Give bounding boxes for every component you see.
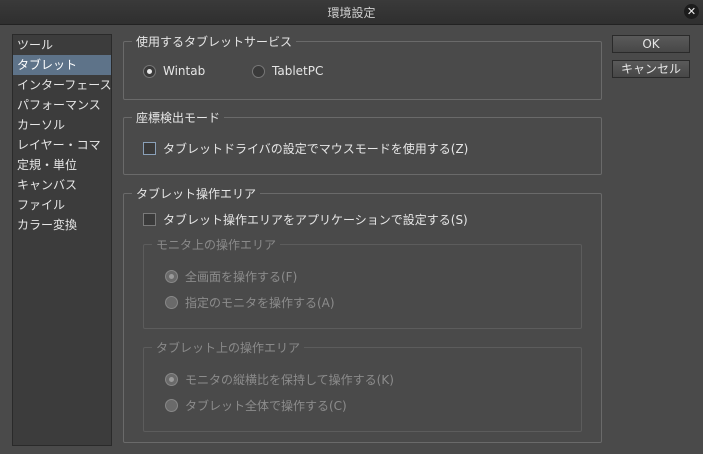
mouse-mode-checkbox[interactable]: タブレットドライバの設定でマウスモードを使用する(Z) bbox=[143, 140, 468, 157]
sidebar-item-file[interactable]: ファイル bbox=[13, 195, 111, 215]
ok-button[interactable]: OK bbox=[612, 35, 690, 53]
window-title: 環境設定 bbox=[327, 6, 376, 20]
title-bar: 環境設定 ✕ bbox=[0, 0, 703, 25]
radio-selected-icon bbox=[143, 64, 156, 78]
monitor-area-group: モニタ上の操作エリア 全画面を操作する(F) 指定のモニタを操作する(A) bbox=[143, 236, 582, 329]
close-icon[interactable]: ✕ bbox=[684, 4, 699, 19]
radio-selected-icon bbox=[165, 373, 178, 386]
work-area-legend: タブレット操作エリア bbox=[132, 185, 261, 202]
wintab-label: Wintab bbox=[163, 64, 206, 78]
tabletpc-label: TabletPC bbox=[272, 64, 324, 78]
app-work-area-checkbox[interactable]: タブレット操作エリアをアプリケーションで設定する(S) bbox=[143, 211, 468, 228]
radio-unselected-icon bbox=[165, 399, 178, 412]
coord-mode-legend: 座標検出モード bbox=[132, 109, 225, 126]
sidebar-item-performance[interactable]: パフォーマンス bbox=[13, 95, 111, 115]
full-screen-label: 全画面を操作する(F) bbox=[185, 270, 298, 284]
specified-monitor-radio[interactable]: 指定のモニタを操作する(A) bbox=[165, 294, 335, 311]
sidebar-item-tablet[interactable]: タブレット bbox=[13, 55, 111, 75]
checkbox-icon bbox=[143, 213, 156, 226]
keep-aspect-label: モニタの縦横比を保持して操作する(K) bbox=[185, 373, 394, 387]
sidebar-item-tool[interactable]: ツール bbox=[13, 35, 111, 55]
monitor-area-legend: モニタ上の操作エリア bbox=[152, 236, 281, 253]
sidebar-item-interface[interactable]: インターフェース bbox=[13, 75, 112, 95]
cancel-button[interactable]: キャンセル bbox=[612, 60, 690, 78]
tablet-service-group: 使用するタブレットサービス Wintab TabletPC bbox=[123, 33, 602, 100]
coord-mode-group: 座標検出モード タブレットドライバの設定でマウスモードを使用する(Z) bbox=[123, 109, 602, 175]
specified-monitor-label: 指定のモニタを操作する(A) bbox=[185, 296, 335, 310]
sidebar-item-ruler-unit[interactable]: 定規・単位 bbox=[13, 155, 111, 175]
sidebar-item-canvas[interactable]: キャンバス bbox=[13, 175, 111, 195]
mouse-mode-label: タブレットドライバの設定でマウスモードを使用する(Z) bbox=[163, 142, 469, 156]
category-list: ツール タブレット インターフェース パフォーマンス カーソル レイヤー・コマ … bbox=[12, 34, 112, 446]
whole-tablet-label: タブレット全体で操作する(C) bbox=[185, 399, 347, 413]
sidebar-item-color-conversion[interactable]: カラー変換 bbox=[13, 215, 111, 235]
checkbox-icon bbox=[143, 142, 156, 155]
radio-unselected-icon bbox=[252, 64, 265, 78]
sidebar-item-cursor[interactable]: カーソル bbox=[13, 115, 111, 135]
tablet-service-legend: 使用するタブレットサービス bbox=[132, 33, 297, 50]
tablet-area-legend: タブレット上の操作エリア bbox=[152, 339, 305, 356]
work-area-group: タブレット操作エリア タブレット操作エリアをアプリケーションで設定する(S) モ… bbox=[123, 185, 602, 443]
whole-tablet-radio[interactable]: タブレット全体で操作する(C) bbox=[165, 397, 347, 414]
tabletpc-radio[interactable]: TabletPC bbox=[252, 64, 323, 78]
app-work-area-label: タブレット操作エリアをアプリケーションで設定する(S) bbox=[163, 213, 468, 227]
radio-unselected-icon bbox=[165, 296, 178, 309]
tablet-area-group: タブレット上の操作エリア モニタの縦横比を保持して操作する(K) タブレット全体… bbox=[143, 339, 582, 432]
radio-selected-icon bbox=[165, 270, 178, 283]
wintab-radio[interactable]: Wintab bbox=[143, 64, 205, 78]
sidebar-item-layer-frame[interactable]: レイヤー・コマ bbox=[13, 135, 111, 155]
keep-aspect-radio[interactable]: モニタの縦横比を保持して操作する(K) bbox=[165, 371, 394, 388]
full-screen-radio[interactable]: 全画面を操作する(F) bbox=[165, 268, 297, 285]
